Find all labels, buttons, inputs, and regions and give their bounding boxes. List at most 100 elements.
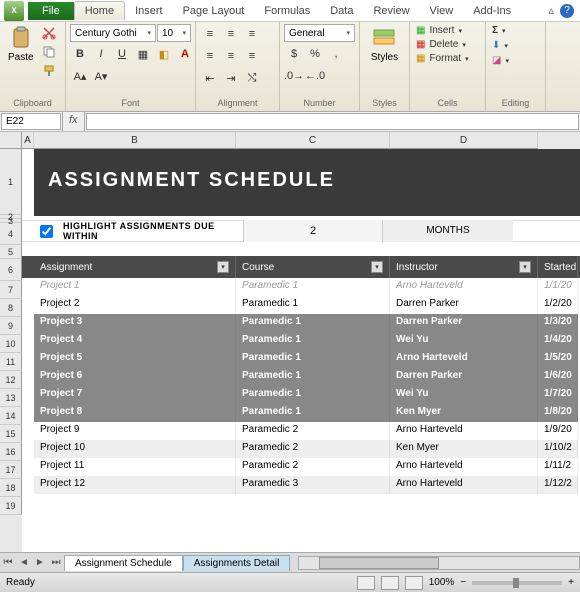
align-center-button[interactable]: ≡ xyxy=(221,46,241,66)
underline-button[interactable]: U xyxy=(112,44,132,64)
table-cell[interactable]: 1/11/2 xyxy=(538,458,578,476)
row-header[interactable]: 12 xyxy=(0,371,22,389)
table-row[interactable]: Project 3Paramedic 1Darren Parker1/3/20 xyxy=(22,314,580,332)
table-cell[interactable]: 1/1/20 xyxy=(538,278,578,296)
table-cell[interactable]: 1/8/20 xyxy=(538,404,578,422)
formula-input[interactable] xyxy=(86,113,579,130)
table-cell[interactable]: 1/3/20 xyxy=(538,314,578,332)
select-all-corner[interactable] xyxy=(0,132,22,149)
font-size-combo[interactable]: 10▾ xyxy=(157,24,191,42)
table-cell[interactable]: 1/5/20 xyxy=(538,350,578,368)
highlight-checkbox[interactable] xyxy=(40,225,53,238)
row-header[interactable]: 10 xyxy=(0,335,22,353)
table-cell[interactable]: Wei Yu xyxy=(390,332,538,350)
row-header[interactable]: 13 xyxy=(0,389,22,407)
highlight-value-cell[interactable]: 2 xyxy=(243,220,383,242)
horizontal-scrollbar[interactable] xyxy=(298,556,580,570)
insert-cells-button[interactable]: ▦Insert▾ xyxy=(414,24,464,37)
table-cell[interactable]: Paramedic 1 xyxy=(236,296,390,314)
table-row[interactable]: Project 11Paramedic 2Arno Harteveld1/11/… xyxy=(22,458,580,476)
table-row[interactable]: Project 7Paramedic 1Wei Yu1/7/20 xyxy=(22,386,580,404)
row-header[interactable]: 11 xyxy=(0,353,22,371)
th-assignment[interactable]: Assignment▾ xyxy=(34,256,236,278)
delete-cells-button[interactable]: ▦Delete▾ xyxy=(414,38,468,51)
table-cell[interactable]: Darren Parker xyxy=(390,296,538,314)
filter-dropdown-icon[interactable]: ▾ xyxy=(217,261,229,273)
tab-nav-last[interactable]: ⏭ xyxy=(48,557,64,568)
row-header[interactable]: 18 xyxy=(0,479,22,497)
highlight-unit-cell[interactable]: MONTHS xyxy=(383,220,513,242)
tab-nav-next[interactable]: ► xyxy=(32,557,48,568)
align-top-button[interactable]: ≡ xyxy=(200,24,220,44)
tab-nav-first[interactable]: ⏮ xyxy=(0,557,16,568)
table-row[interactable]: Project 6Paramedic 1Darren Parker1/6/20 xyxy=(22,368,580,386)
number-format-combo[interactable]: General▾ xyxy=(284,24,355,42)
scrollbar-thumb[interactable] xyxy=(319,557,439,569)
align-middle-button[interactable]: ≡ xyxy=(221,24,241,44)
row-header[interactable]: 6 xyxy=(0,259,22,281)
table-cell[interactable]: Paramedic 2 xyxy=(236,440,390,458)
zoom-level[interactable]: 100% xyxy=(429,577,455,588)
currency-button[interactable]: $ xyxy=(284,44,304,64)
table-cell[interactable]: Project 7 xyxy=(34,386,236,404)
table-row[interactable]: Project 12Paramedic 3Arno Harteveld1/12/… xyxy=(22,476,580,494)
increase-decimal-button[interactable]: .0→ xyxy=(284,66,304,86)
table-cell[interactable]: Wei Yu xyxy=(390,386,538,404)
table-cell[interactable]: Project 6 xyxy=(34,368,236,386)
table-row[interactable]: Project 1Paramedic 1Arno Harteveld1/1/20 xyxy=(22,278,580,296)
clear-button[interactable]: ◪▾ xyxy=(490,54,511,67)
table-cell[interactable]: Project 3 xyxy=(34,314,236,332)
th-started[interactable]: Started xyxy=(538,256,578,278)
paste-button[interactable]: Paste xyxy=(4,24,38,65)
tab-file[interactable]: File xyxy=(28,2,74,20)
table-cell[interactable]: Project 4 xyxy=(34,332,236,350)
table-cell[interactable]: 1/7/20 xyxy=(538,386,578,404)
col-header-d[interactable]: D xyxy=(390,132,538,149)
tab-review[interactable]: Review xyxy=(363,2,419,20)
fx-button[interactable]: fx xyxy=(62,112,85,131)
zoom-slider[interactable] xyxy=(472,581,562,585)
table-cell[interactable]: 1/10/2 xyxy=(538,440,578,458)
row-header[interactable]: 4 xyxy=(0,223,22,245)
tab-view[interactable]: View xyxy=(420,2,464,20)
tab-nav-prev[interactable]: ◄ xyxy=(16,557,32,568)
table-cell[interactable]: Project 5 xyxy=(34,350,236,368)
table-cell[interactable]: Paramedic 2 xyxy=(236,422,390,440)
align-right-button[interactable]: ≡ xyxy=(242,46,262,66)
table-cell[interactable]: Paramedic 1 xyxy=(236,332,390,350)
row-header[interactable]: 7 xyxy=(0,281,22,299)
table-cell[interactable]: Project 1 xyxy=(34,278,236,296)
table-cell[interactable]: Paramedic 3 xyxy=(236,476,390,494)
table-cell[interactable]: Paramedic 1 xyxy=(236,278,390,296)
table-row[interactable]: Project 4Paramedic 1Wei Yu1/4/20 xyxy=(22,332,580,350)
table-cell[interactable]: Darren Parker xyxy=(390,314,538,332)
decrease-decimal-button[interactable]: ←.0 xyxy=(305,66,325,86)
table-cell[interactable]: Project 12 xyxy=(34,476,236,494)
border-button[interactable]: ▦ xyxy=(133,44,153,64)
table-cell[interactable]: Project 11 xyxy=(34,458,236,476)
filter-dropdown-icon[interactable]: ▾ xyxy=(371,261,383,273)
format-painter-button[interactable] xyxy=(40,62,58,80)
cut-button[interactable] xyxy=(40,24,58,42)
bold-button[interactable]: B xyxy=(70,44,90,64)
col-header-b[interactable]: B xyxy=(34,132,236,149)
minimize-ribbon-icon[interactable]: ▵ xyxy=(548,4,554,17)
table-cell[interactable]: 1/9/20 xyxy=(538,422,578,440)
sheet-content[interactable]: ASSIGNMENT SCHEDULE HIGHLIGHT ASSIGNMENT… xyxy=(22,149,580,494)
sheet-tab-inactive[interactable]: Assignments Detail xyxy=(183,555,291,571)
table-cell[interactable]: Project 10 xyxy=(34,440,236,458)
font-color-button[interactable]: A xyxy=(175,44,195,64)
zoom-out-button[interactable]: − xyxy=(460,577,466,588)
view-normal-button[interactable] xyxy=(357,576,375,590)
row-header[interactable]: 15 xyxy=(0,425,22,443)
table-cell[interactable]: Darren Parker xyxy=(390,368,538,386)
sheet-tab-active[interactable]: Assignment Schedule xyxy=(64,555,183,571)
row-header[interactable]: 9 xyxy=(0,317,22,335)
table-cell[interactable]: Arno Harteveld xyxy=(390,278,538,296)
table-cell[interactable]: Paramedic 1 xyxy=(236,314,390,332)
tab-addins[interactable]: Add-Ins xyxy=(463,2,521,20)
table-cell[interactable]: Project 8 xyxy=(34,404,236,422)
align-bottom-button[interactable]: ≡ xyxy=(242,24,262,44)
row-header[interactable]: 8 xyxy=(0,299,22,317)
table-cell[interactable]: Ken Myer xyxy=(390,404,538,422)
